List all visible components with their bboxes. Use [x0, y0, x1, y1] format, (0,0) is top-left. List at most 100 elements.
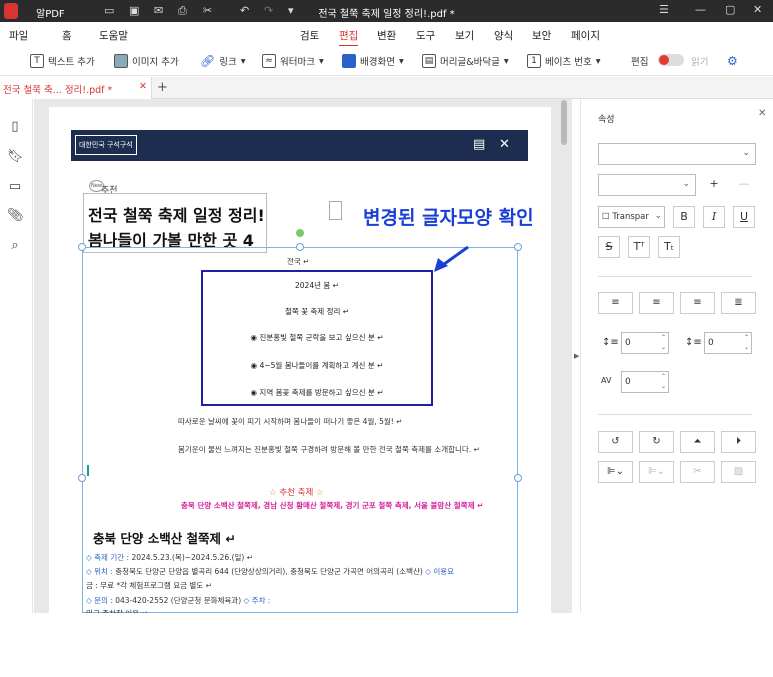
italic-button[interactable]: I: [703, 206, 725, 228]
bookmark-icon[interactable]: 🔖︎: [7, 149, 24, 165]
spinner-arrows-icon[interactable]: ⌃ ⌄: [661, 333, 666, 353]
decrease-size-button[interactable]: —: [733, 174, 755, 196]
location-label: ◇ 위치 :: [86, 567, 113, 576]
menu-view[interactable]: 보기: [455, 28, 474, 43]
title-text-box[interactable]: 전국 철쭉 축제 일정 정리! 봄나들이 가볼 만한 곳 4: [83, 193, 267, 253]
strikethrough-button[interactable]: S: [598, 236, 620, 258]
menu-tools[interactable]: 도구: [416, 28, 435, 43]
background-button[interactable]: 배경화면 ▾: [342, 54, 404, 68]
period-row: ◇ 축제 기간 : 2024.5.23.(목)~2024.5.26.(일) ↵: [86, 552, 253, 563]
align-left-button[interactable]: ≡: [598, 292, 633, 314]
read-mode-label-wrap: 읽기: [691, 54, 708, 68]
national-label: 전국 ↵: [287, 257, 310, 266]
divider: [598, 414, 752, 415]
parking-row: 인근 주차장 이용 ↵: [86, 608, 148, 613]
header-footer-button[interactable]: ▤ 머리글&바닥글 ▾: [422, 54, 509, 68]
settings-gear-icon[interactable]: ⚙: [727, 54, 738, 68]
subscript-button[interactable]: Tₜ: [658, 236, 680, 258]
usage-row: 금 : 무료 *각 체험프로그램 요금 별도 ↵: [86, 581, 212, 590]
recommended-festivals-heading: ☆ 추천 축제 ☆: [269, 486, 324, 498]
justify-button[interactable]: ≣: [721, 292, 756, 314]
chevron-down-icon: ⌄: [742, 148, 750, 158]
watermark-button[interactable]: ≈ 워터마크 ▾: [262, 54, 324, 68]
vertical-scrollbar[interactable]: [561, 100, 567, 145]
search-icon[interactable]: ⌕: [7, 238, 23, 254]
expand-right-panel-icon[interactable]: ▶: [574, 352, 579, 360]
bates-button[interactable]: 1 베이츠 번호 ▾: [527, 54, 601, 68]
spinner-arrows-icon[interactable]: ⌃ ⌄: [744, 333, 749, 353]
bates-icon: 1: [527, 54, 541, 68]
bates-label: 베이츠 번호: [545, 57, 592, 68]
align-center-button[interactable]: ≡: [639, 292, 674, 314]
menu-review[interactable]: 검토: [300, 28, 319, 43]
resize-handle-tr[interactable]: [514, 243, 522, 251]
flip-horizontal-button[interactable]: ⏵: [721, 431, 756, 453]
char-spacing-icon: AV: [601, 376, 612, 385]
crop-button[interactable]: ✂: [680, 461, 715, 483]
underline-button[interactable]: U: [733, 206, 755, 228]
menu-page[interactable]: 페이지: [571, 28, 600, 43]
rotate-right-button[interactable]: ↻: [639, 431, 674, 453]
font-size-select[interactable]: ⌄: [598, 174, 696, 196]
resize-handle-tl[interactable]: [78, 243, 86, 251]
fill-color-value: ☐ Transpar: [602, 212, 649, 222]
link-button[interactable]: 🔗︎ 링크 ▾: [200, 54, 246, 68]
increase-size-button[interactable]: +: [703, 174, 725, 196]
star-icon: ☆: [316, 488, 324, 498]
resize-handle-ml[interactable]: [78, 474, 86, 482]
menu-security[interactable]: 보안: [532, 28, 551, 43]
close-tab-icon[interactable]: ✕: [139, 81, 147, 92]
maximize-icon[interactable]: ▢: [725, 3, 735, 16]
contact-row: ◇ 문의 : 043-420-2552 (단양군청 문화체육과) ◇ 주차 :: [86, 595, 270, 606]
chevron-down-icon: ▾: [595, 55, 601, 67]
attachment-icon[interactable]: 📎︎: [7, 208, 24, 224]
menu-convert[interactable]: 변환: [377, 28, 396, 43]
char-spacing-input[interactable]: 0 ⌃ ⌄: [621, 371, 669, 393]
menu-form[interactable]: 양식: [494, 28, 513, 43]
menu-file[interactable]: 파일: [9, 28, 28, 43]
chevron-down-icon: ▾: [398, 55, 404, 67]
line-spacing-icon: ↕≡: [602, 337, 619, 348]
spinner-arrows-icon[interactable]: ⌃ ⌄: [661, 372, 666, 392]
box-line: ◉ 4~5월 봄나들이를 계획하고 계신 분 ↵: [250, 361, 384, 370]
line-spacing-value: 0: [625, 338, 631, 348]
menu-help[interactable]: 도움말: [99, 28, 128, 43]
rotate-left-button[interactable]: ↺: [598, 431, 633, 453]
menu-icon[interactable]: ☰: [659, 3, 669, 16]
document-tab[interactable]: 전국 철쭉 축... 정리!.pdf * ✕: [0, 77, 152, 99]
close-panel-icon[interactable]: ✕: [758, 108, 766, 119]
replace-image-button[interactable]: ▨: [721, 461, 756, 483]
flip-vertical-button[interactable]: ⏶: [680, 431, 715, 453]
resize-handle-tm[interactable]: [296, 243, 304, 251]
new-tab-icon[interactable]: +: [157, 80, 168, 95]
fill-color-select[interactable]: ☐ Transpar ⌄: [598, 206, 665, 228]
resize-handle-mr[interactable]: [514, 474, 522, 482]
font-family-select[interactable]: ⌄: [598, 143, 756, 165]
close-window-icon[interactable]: ✕: [753, 3, 762, 16]
menu-home[interactable]: 홈: [62, 28, 72, 43]
superscript-button[interactable]: Tᵀ: [628, 236, 650, 258]
bold-button[interactable]: B: [673, 206, 695, 228]
paragraph-2: 봄기운이 물씬 느껴지는 진분홍빛 철쭉 구경하려 방문해 볼 만한 전국 철쭉…: [178, 445, 480, 454]
banner-menu-icon: ▤: [473, 137, 486, 152]
align-right-button[interactable]: ≡: [680, 292, 715, 314]
add-text-button[interactable]: T 텍스트 추가: [30, 54, 95, 68]
rotate-handle[interactable]: [296, 229, 304, 237]
minimize-icon[interactable]: —: [695, 3, 706, 16]
empty-text-box[interactable]: [329, 201, 342, 220]
paragraph-spacing-input[interactable]: 0 ⌃ ⌄: [704, 332, 752, 354]
line-spacing-input[interactable]: 0 ⌃ ⌄: [621, 332, 669, 354]
add-image-button[interactable]: 이미지 추가: [114, 54, 179, 68]
comment-icon[interactable]: ▭: [7, 179, 23, 195]
chevron-down-icon: ▾: [318, 55, 324, 67]
thumbnail-panel-icon[interactable]: ▯: [7, 119, 23, 135]
contact-label: ◇ 문의 :: [86, 596, 113, 605]
edit-read-toggle[interactable]: [658, 54, 684, 66]
align-objects-button[interactable]: ⊫⌄: [598, 461, 633, 483]
header-footer-icon: ▤: [422, 54, 436, 68]
text-icon: T: [30, 54, 44, 68]
divider: [598, 276, 752, 277]
menu-edit[interactable]: 편집: [339, 28, 359, 47]
banner-close-icon: ✕: [499, 137, 510, 152]
distribute-button[interactable]: ⊫⌄: [639, 461, 674, 483]
